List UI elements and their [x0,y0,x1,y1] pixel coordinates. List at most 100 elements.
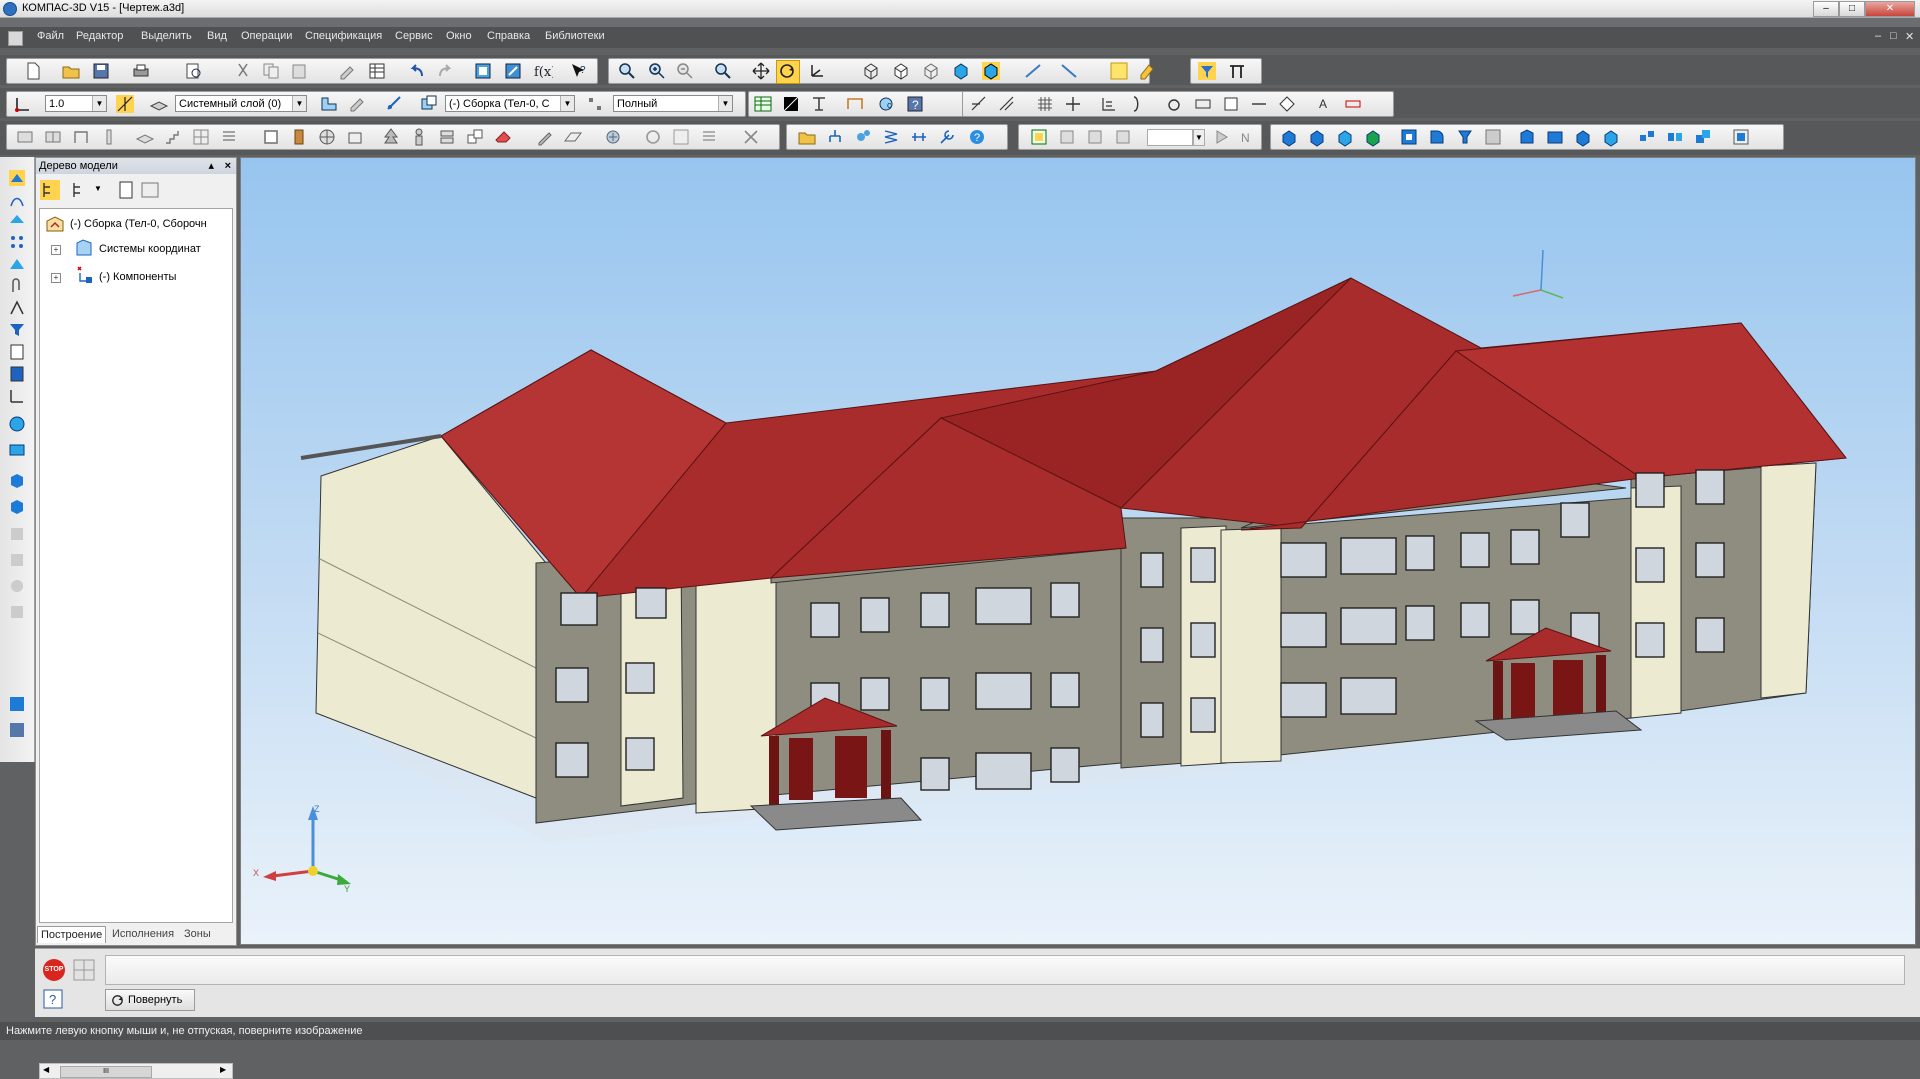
wall-icon[interactable] [15,127,35,147]
chevron-down-icon[interactable]: ▼ [94,184,102,193]
frame-icon[interactable] [261,127,281,147]
fillet-icon[interactable] [1427,127,1447,147]
n-icon[interactable]: N [1237,127,1257,147]
panel-layout-icon[interactable] [73,959,95,981]
plane-icon[interactable] [563,127,583,147]
thin-lines-icon[interactable] [921,61,941,81]
mate-panel-icon[interactable] [8,441,26,459]
shaded-icon[interactable] [951,61,971,81]
linear-dim-icon[interactable] [969,94,989,114]
window-element-icon[interactable] [43,127,63,147]
loft-icon[interactable] [1363,127,1383,147]
mass-properties-icon[interactable]: c [877,94,897,114]
hidden-lines-icon[interactable] [891,61,911,81]
disabled-tool-2-icon[interactable] [8,551,26,569]
tab-construction[interactable]: Построение [37,926,107,943]
chevron-down-icon[interactable]: ▼ [1193,129,1205,146]
library-manager-icon[interactable] [503,61,523,81]
body-panel-2-icon[interactable] [8,497,26,515]
open-folder-icon[interactable] [61,61,81,81]
block-grid-icon[interactable] [671,127,691,147]
edit-parts-icon[interactable] [8,169,26,187]
help-pointer-icon[interactable]: ? [569,61,589,81]
redo-icon[interactable] [435,61,455,81]
paste-icon[interactable] [289,61,309,81]
rib-icon[interactable] [1545,127,1565,147]
wireframe-icon[interactable] [861,61,881,81]
information-icon[interactable]: ? [905,94,925,114]
help-circle-icon[interactable]: ? [967,127,987,147]
bracket-icon[interactable] [1127,94,1147,114]
zoom-all-icon[interactable] [713,61,733,81]
split-view-icon[interactable] [140,180,160,200]
block-shape-icon[interactable] [465,127,485,147]
wrench-icon[interactable] [937,127,957,147]
mark-icon[interactable] [1249,94,1269,114]
shaded-edges-icon[interactable] [981,61,1001,81]
draft-icon[interactable] [1573,127,1593,147]
roughness-icon[interactable] [1193,94,1213,114]
disabled-tool-4-icon[interactable] [8,603,26,621]
assembly-panel-icon[interactable] [8,415,26,433]
layer-dropdown[interactable]: Системный слой (0) ▼ [175,95,307,112]
tolerance-icon[interactable] [1343,94,1363,114]
leader-icon[interactable] [1099,94,1119,114]
spatial-curves-icon[interactable] [8,191,26,209]
circle-tool-icon[interactable] [1165,94,1185,114]
scroll-right-icon[interactable]: ▶ [220,1065,226,1074]
expand-icon[interactable]: + [51,245,61,255]
furniture-icon[interactable] [437,127,457,147]
step-dropdown[interactable]: 1.0 ▼ [45,95,107,112]
mdi-restore-button[interactable]: □ [1890,30,1897,42]
scroll-thumb[interactable]: III [60,1066,152,1078]
more-solids-icon[interactable] [1731,127,1751,147]
tree-item-components[interactable]: (-) Компоненты [99,271,176,283]
stairs-icon[interactable] [163,127,183,147]
play-icon[interactable] [1211,127,1231,147]
menu-libraries[interactable]: Библиотеки [545,30,605,42]
constraint-2-icon[interactable] [1085,127,1105,147]
preview-icon[interactable] [183,61,203,81]
stop-icon[interactable]: STOP [43,959,65,981]
grid-block-icon[interactable] [191,127,211,147]
maximize-button[interactable]: □ [1839,1,1865,17]
scroll-left-icon[interactable]: ◀ [43,1065,49,1074]
dimension-icon[interactable] [1227,61,1247,81]
document-view-icon[interactable] [116,180,136,200]
constraint-3-icon[interactable] [1113,127,1133,147]
variables-panel-icon[interactable] [8,695,26,713]
mdi-close-button[interactable]: ✕ [1905,30,1914,43]
gauge-icon[interactable] [809,94,829,114]
shell-icon[interactable] [1517,127,1537,147]
aux-geometry-icon[interactable] [8,255,26,273]
column-icon[interactable] [99,127,119,147]
selection-filter-icon[interactable] [1197,61,1217,81]
table-icon[interactable] [753,94,773,114]
minimize-button[interactable]: – [1813,1,1839,17]
rotate-button[interactable]: Повернуть [105,989,195,1011]
base-icon[interactable] [1221,94,1241,114]
pan-icon[interactable] [751,61,771,81]
coordinate-grid-icon[interactable] [1063,94,1083,114]
zoom-out-icon[interactable] [675,61,695,81]
cut-icon[interactable] [233,61,253,81]
menu-help[interactable]: Справка [487,30,530,42]
spec-icon[interactable] [8,343,26,361]
disabled-tool-1-icon[interactable] [8,525,26,543]
3d-viewport[interactable]: Z X Y [240,157,1916,945]
diamond-icon[interactable] [1277,94,1297,114]
shaft-icon[interactable] [909,127,929,147]
help-icon[interactable]: ? [43,989,63,1009]
chain-dim-icon[interactable] [997,94,1017,114]
menu-window[interactable]: Окно [446,30,472,42]
hole-icon[interactable] [1483,127,1503,147]
filter-icon[interactable] [1059,61,1079,81]
tree-root-assembly[interactable]: (-) Сборка (Тел-0, Сборочн [70,218,207,230]
door-element-icon[interactable] [71,127,91,147]
menu-operations[interactable]: Операции [241,30,292,42]
pencil-icon[interactable] [535,127,555,147]
edit-in-place-icon[interactable] [347,94,367,114]
render-mode-icon[interactable] [585,94,605,114]
manager-icon[interactable] [473,61,493,81]
gears-icon[interactable] [853,127,873,147]
